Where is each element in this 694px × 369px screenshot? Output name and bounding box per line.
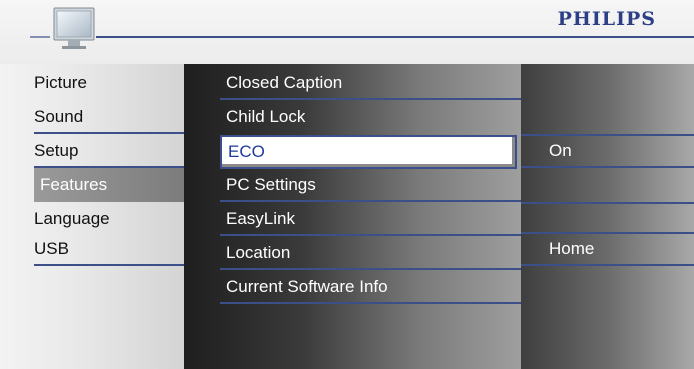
- menu-item-features[interactable]: Features: [34, 168, 184, 202]
- value-location: Home: [521, 232, 694, 266]
- header-divider: [96, 36, 694, 38]
- option-pc-settings[interactable]: PC Settings: [184, 168, 521, 202]
- value-pc-settings-slot: [521, 170, 694, 204]
- brand-logo: PHILIPS: [557, 8, 656, 30]
- option-location[interactable]: Location: [184, 236, 521, 270]
- values-column: [521, 64, 694, 369]
- value-eco: On: [521, 134, 694, 168]
- option-eco[interactable]: ECO: [220, 135, 517, 169]
- option-closed-caption[interactable]: Closed Caption: [184, 66, 521, 100]
- menu-item-language[interactable]: Language: [0, 202, 184, 236]
- menu-item-picture[interactable]: Picture: [0, 66, 184, 100]
- option-child-lock[interactable]: Child Lock: [184, 100, 521, 134]
- menu-item-setup[interactable]: Setup: [0, 134, 184, 168]
- menu-item-sound[interactable]: Sound: [0, 100, 184, 134]
- menu-item-usb[interactable]: USB: [0, 232, 184, 266]
- tv-icon: [53, 7, 95, 49]
- option-current-software-info[interactable]: Current Software Info: [184, 270, 521, 304]
- header-bar: PHILIPS: [0, 0, 694, 64]
- option-easylink[interactable]: EasyLink: [184, 202, 521, 236]
